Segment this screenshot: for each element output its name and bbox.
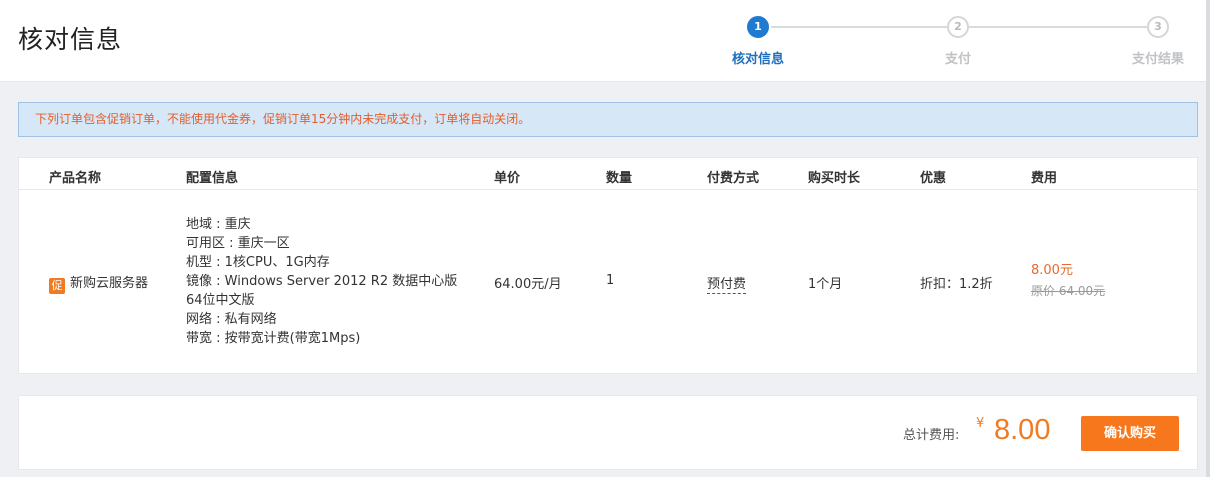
discount-cell: 折扣：1.2折 xyxy=(920,277,993,292)
config-image: 镜像 : Windows Server 2012 R2 数据中心版 xyxy=(186,274,458,289)
product-cell: 促新购云服务器 xyxy=(49,272,148,294)
quantity-cell: 1 xyxy=(606,273,615,288)
promo-badge: 促 xyxy=(49,278,65,294)
step-2-indicator: 2 xyxy=(947,16,969,38)
page-header: 核对信息 1 2 3 核对信息 支付 支付结果 xyxy=(0,0,1210,82)
confirm-purchase-button[interactable]: 确认购买 xyxy=(1081,416,1179,451)
col-config: 配置信息 xyxy=(186,171,239,186)
col-quantity: 数量 xyxy=(606,171,633,186)
pay-type-cell[interactable]: 预付费 xyxy=(707,273,747,294)
step-connector xyxy=(969,26,1147,28)
unit-price-cell: 64.00元/月 xyxy=(494,277,562,292)
total-label: 总计费用: xyxy=(903,428,960,443)
fee-price: 8.00元 xyxy=(1031,263,1073,278)
currency-symbol: ¥ xyxy=(976,416,985,431)
duration-cell: 1个月 xyxy=(808,277,843,292)
table-header: 产品名称 配置信息 单价 数量 付费方式 购买时长 优惠 费用 xyxy=(19,158,1197,190)
step-connector xyxy=(771,26,949,28)
progress-steps: 1 2 3 核对信息 支付 支付结果 xyxy=(0,0,1210,82)
step-3-indicator: 3 xyxy=(1147,16,1169,38)
order-table: 产品名称 配置信息 单价 数量 付费方式 购买时长 优惠 费用 促新购云服务器 … xyxy=(18,157,1198,374)
config-zone: 可用区 : 重庆一区 xyxy=(186,236,290,251)
config-cell: 地域 : 重庆 可用区 : 重庆一区 机型 : 1核CPU、1G内存 镜像 : … xyxy=(186,215,457,348)
step-1-indicator: 1 xyxy=(747,16,769,38)
col-duration: 购买时长 xyxy=(808,171,861,186)
step-2-label: 支付 xyxy=(944,52,971,67)
config-instance: 机型 : 1核CPU、1G内存 xyxy=(186,255,330,270)
col-fee: 费用 xyxy=(1031,171,1058,186)
config-network: 网络 : 私有网络 xyxy=(186,312,277,327)
col-product: 产品名称 xyxy=(49,171,102,186)
col-discount: 优惠 xyxy=(920,171,947,186)
product-name: 新购云服务器 xyxy=(70,276,149,291)
col-pay-type: 付费方式 xyxy=(707,171,760,186)
col-unit-price: 单价 xyxy=(494,171,521,186)
step-1-label: 核对信息 xyxy=(731,52,784,67)
original-price: 原价 64.00元 xyxy=(1031,284,1106,298)
scrollbar[interactable] xyxy=(1206,0,1210,477)
promo-notice: 下列订单包含促销订单，不能使用代金券，促销订单15分钟内未完成支付，订单将自动关… xyxy=(18,102,1198,137)
checkout-bar: 总计费用: ¥ 8.00 确认购买 xyxy=(18,395,1198,470)
config-image-lang: 64位中文版 xyxy=(186,293,255,308)
config-bandwidth: 带宽 : 按带宽计费(带宽1Mps) xyxy=(186,331,361,346)
total-amount: 8.00 xyxy=(994,414,1051,446)
config-region: 地域 : 重庆 xyxy=(186,217,251,232)
step-3-label: 支付结果 xyxy=(1131,52,1184,67)
fee-cell: 8.00元 原价 64.00元 xyxy=(1031,261,1105,301)
